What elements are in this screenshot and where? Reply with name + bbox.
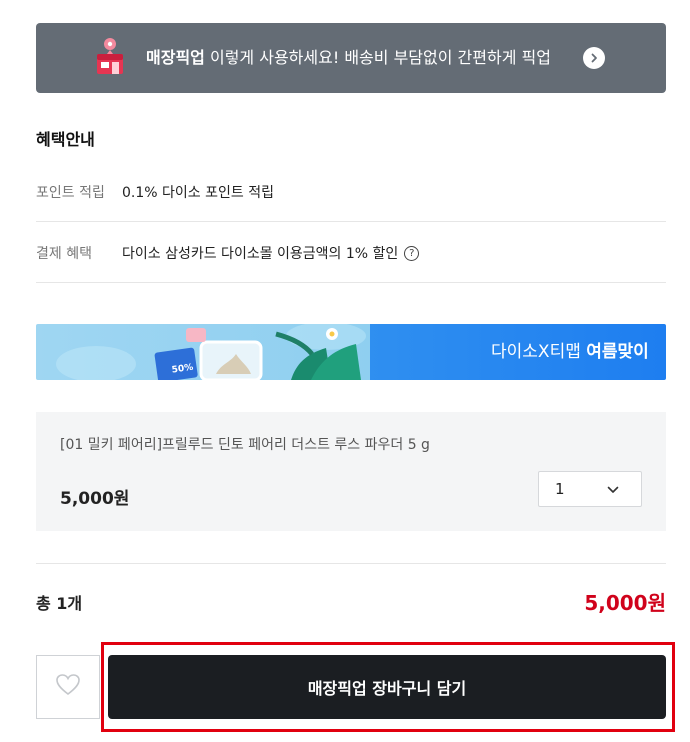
wishlist-button[interactable] xyxy=(36,655,100,719)
total-price: 5,000원 xyxy=(584,591,666,615)
total-count: 총 1개 xyxy=(36,594,83,613)
option-price: 5,000원 xyxy=(60,489,130,509)
chevron-right-icon[interactable] xyxy=(583,47,605,69)
selected-option-box: [01 밀키 페어리]프릴루드 딘토 페어리 더스트 루스 파우더 5 g 5,… xyxy=(36,412,666,531)
promo-text-prefix: 다이소X티맵 xyxy=(491,342,587,362)
store-pickup-banner[interactable]: 매장픽업 이렇게 사용하세요! 배송비 부담없이 간편하게 픽업 xyxy=(36,23,666,93)
pickup-banner-text: 매장픽업 이렇게 사용하세요! 배송비 부담없이 간편하게 픽업 xyxy=(146,23,551,93)
benefits-title: 혜택안내 xyxy=(36,130,95,149)
promo-illustration: 50% xyxy=(56,324,366,380)
store-pickup-icon xyxy=(94,37,126,77)
benefit-value-text: 0.1% 다이소 포인트 적립 xyxy=(122,185,274,201)
quantity-select[interactable]: 1 xyxy=(538,471,642,507)
promo-text: 다이소X티맵 여름맞이 xyxy=(491,324,649,380)
promo-banner[interactable]: 50% 다이소X티맵 여름맞이 xyxy=(36,324,666,380)
divider xyxy=(36,563,666,564)
benefit-row-payment: 결제 혜택 다이소 삼성카드 다이소몰 이용금액의 1% 할인 ? xyxy=(36,222,666,283)
quantity-value: 1 xyxy=(555,480,565,498)
chevron-down-icon xyxy=(607,480,619,498)
help-icon[interactable]: ? xyxy=(404,245,420,261)
benefit-value: 다이소 삼성카드 다이소몰 이용금액의 1% 할인 ? xyxy=(122,243,420,263)
benefit-label: 결제 혜택 xyxy=(36,246,92,262)
heart-icon xyxy=(55,673,81,701)
pickup-banner-desc: 이렇게 사용하세요! 배송비 부담없이 간편하게 픽업 xyxy=(204,48,551,67)
benefit-value: 0.1% 다이소 포인트 적립 xyxy=(122,182,274,202)
option-name: [01 밀키 페어리]프릴루드 딘토 페어리 더스트 루스 파우더 5 g xyxy=(60,437,430,453)
add-to-cart-pickup-button[interactable]: 매장픽업 장바구니 담기 xyxy=(108,655,666,719)
pickup-banner-bold: 매장픽업 xyxy=(146,48,205,67)
benefit-row-points: 포인트 적립 0.1% 다이소 포인트 적립 xyxy=(36,161,666,222)
promo-text-bold: 여름맞이 xyxy=(586,342,649,362)
benefit-label: 포인트 적립 xyxy=(36,185,105,201)
benefit-value-text: 다이소 삼성카드 다이소몰 이용금액의 1% 할인 xyxy=(122,246,399,262)
